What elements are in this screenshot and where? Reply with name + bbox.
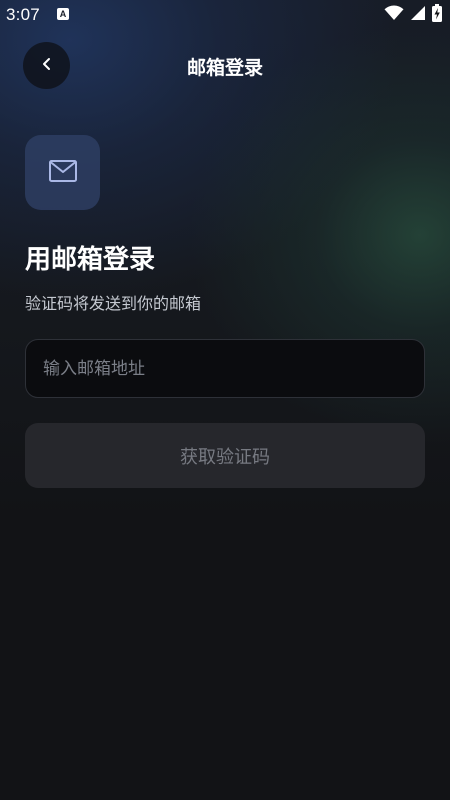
email-login-screen: 3:07 A 邮箱登录 用邮箱登录 验证码将发送到你的邮箱 输入邮箱地址 获取验…: [0, 0, 450, 800]
get-code-button[interactable]: 获取验证码: [25, 423, 425, 488]
status-time: 3:07: [6, 5, 40, 24]
email-field[interactable]: [25, 339, 425, 398]
email-input[interactable]: [26, 340, 424, 397]
status-bar: 3:07 A: [0, 0, 450, 30]
notification-badge-icon: A: [57, 8, 69, 20]
wifi-icon: [384, 5, 404, 25]
login-subheading: 验证码将发送到你的邮箱: [25, 294, 202, 313]
battery-charging-icon: [432, 4, 442, 26]
status-icons: [384, 4, 442, 26]
login-heading: 用邮箱登录: [25, 245, 156, 275]
cellular-signal-icon: [410, 5, 426, 25]
mail-icon-tile: [25, 135, 100, 210]
page-title: 邮箱登录: [186, 57, 263, 79]
mail-icon: [48, 159, 78, 187]
